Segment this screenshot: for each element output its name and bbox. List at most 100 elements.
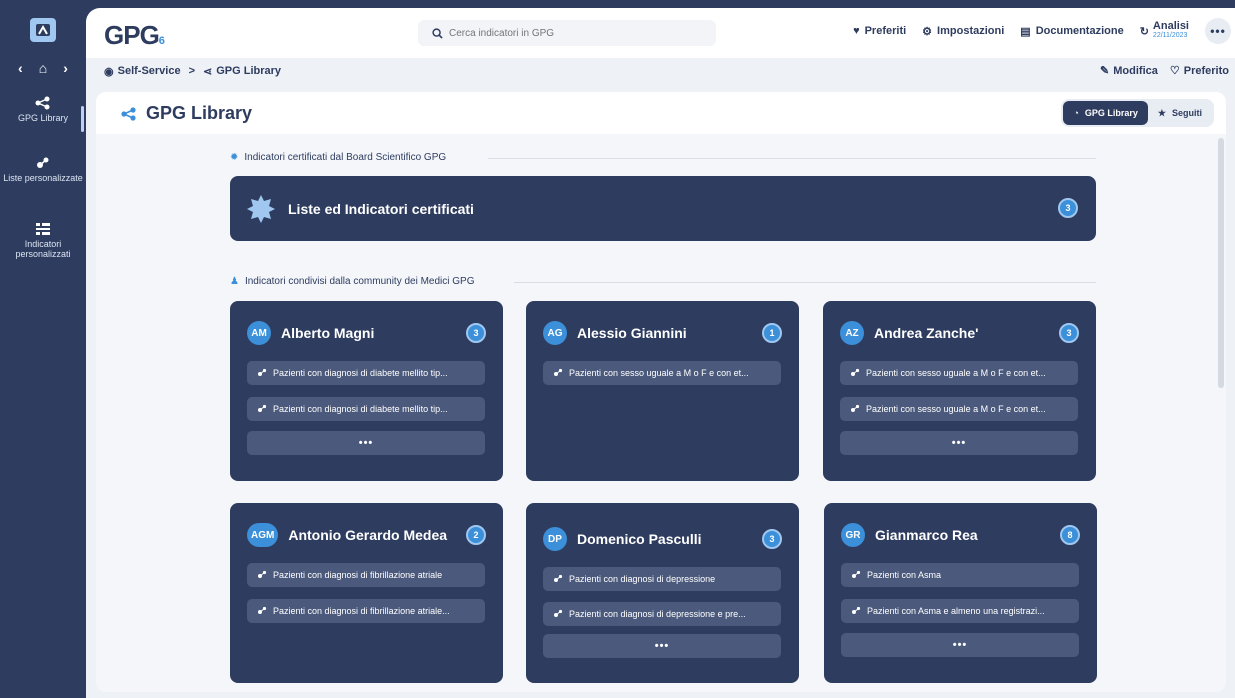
sidebar-item-liste-personalizzate[interactable]: Liste personalizzate	[0, 156, 86, 183]
sidebar-item-gpg-library[interactable]: GPG Library	[0, 96, 86, 132]
count-badge: 3	[1058, 198, 1078, 218]
show-more-button[interactable]: •••	[543, 634, 781, 658]
indicator-item[interactable]: Pazienti con diagnosi di depressione e p…	[543, 602, 781, 626]
gear-icon: ⚙	[922, 25, 933, 38]
tab-label: GPG Library	[1084, 108, 1138, 118]
indicator-item[interactable]: Pazienti con sesso uguale a M o F e con …	[840, 397, 1078, 421]
breadcrumb-label: Self-Service	[117, 65, 181, 77]
count-badge: 3	[1059, 323, 1079, 343]
preferito-label: Preferito	[1183, 64, 1229, 77]
indicator-label: Pazienti con Asma e almeno una registraz…	[867, 606, 1045, 616]
community-section-label: ♟ Indicatori condivisi dalla community d…	[230, 276, 475, 287]
forward-arrow-icon[interactable]: ›	[63, 60, 68, 76]
indicator-label: Pazienti con sesso uguale a M o F e con …	[866, 368, 1046, 378]
indicator-item[interactable]: Pazienti con diagnosi di diabete mellito…	[247, 397, 485, 421]
pencil-icon: ✎	[1100, 65, 1110, 77]
sidebar-item-indicatori-personalizzati[interactable]: Indicatori personalizzati	[0, 222, 86, 259]
molecule-icon	[258, 368, 267, 376]
certified-seal-icon	[247, 194, 275, 223]
author-name: Alberto Magni	[281, 325, 375, 341]
documentazione-button[interactable]: ▤ Documentazione	[1020, 25, 1123, 38]
indicator-label: Pazienti con diagnosi di depressione	[569, 574, 716, 584]
more-menu-button[interactable]: •••	[1205, 18, 1231, 44]
indicator-label: Pazienti con diagnosi di diabete mellito…	[273, 404, 448, 414]
author-name: Alessio Giannini	[577, 325, 687, 341]
indicator-item[interactable]: Pazienti con sesso uguale a M o F e con …	[543, 361, 781, 385]
certified-section-label: ✹ Indicatori certificati dal Board Scien…	[230, 152, 446, 163]
author-name: Gianmarco Rea	[875, 527, 978, 543]
indicator-item[interactable]: Pazienti con Asma	[841, 563, 1079, 587]
share-icon: ⋖	[203, 65, 213, 78]
breadcrumb-gpg-library[interactable]: ⋖ GPG Library	[203, 65, 281, 78]
heart-outline-icon: ♡	[1169, 65, 1180, 77]
top-bar: GPG6 ♥ Preferiti ⚙ Impostazioni ▤ Docume…	[86, 8, 1235, 58]
app-logo[interactable]	[30, 18, 56, 42]
share-icon	[121, 106, 136, 121]
author-card-gianmarco-rea[interactable]: GR Gianmarco Rea 8 Pazienti con Asma Paz…	[824, 503, 1097, 683]
search-input[interactable]	[449, 27, 699, 39]
back-arrow-icon[interactable]: ‹	[18, 60, 23, 76]
certified-card-title: Liste ed Indicatori certificati	[288, 200, 474, 217]
section-label-text: Indicatori certificati dal Board Scienti…	[244, 152, 447, 163]
preferito-button[interactable]: ♡ Preferito	[1169, 64, 1229, 78]
preferiti-button[interactable]: ♥ Preferiti	[853, 25, 906, 37]
indicator-item[interactable]: Pazienti con diagnosi di depressione	[543, 567, 781, 591]
author-card-header: AM Alberto Magni 3	[247, 321, 486, 345]
sidebar-item-label: GPG Library	[17, 113, 68, 123]
indicator-label: Pazienti con diagnosi di diabete mellito…	[273, 368, 448, 378]
breadcrumb-actions: ✎ Modifica ♡ Preferito	[1100, 64, 1229, 78]
indicator-item[interactable]: Pazienti con sesso uguale a M o F e con …	[840, 361, 1078, 385]
certified-card[interactable]: Liste ed Indicatori certificati 3	[230, 176, 1096, 241]
author-card-alberto-magni[interactable]: AM Alberto Magni 3 Pazienti con diagnosi…	[230, 301, 503, 481]
top-actions: ♥ Preferiti ⚙ Impostazioni ▤ Documentazi…	[853, 18, 1231, 44]
badge-icon: ✹	[230, 152, 239, 163]
molecule-icon	[851, 368, 860, 376]
brand-logo[interactable]: GPG6	[104, 20, 165, 51]
page-title: GPG Library	[120, 103, 252, 124]
molecule-icon	[554, 368, 563, 376]
tab-gpg-library[interactable]: ◔ GPG Library	[1063, 101, 1148, 125]
molecule-icon	[851, 404, 860, 412]
indicator-label: Pazienti con diagnosi di depressione e p…	[569, 609, 746, 619]
analisi-button[interactable]: ↻ Analisi 22/11/2023	[1140, 21, 1189, 41]
author-card-header: GR Gianmarco Rea 8	[841, 523, 1080, 547]
analisi-date: 22/11/2023	[1152, 32, 1188, 39]
nav-arrows: ‹ ⌂ ›	[0, 60, 86, 76]
search-box[interactable]	[418, 20, 716, 46]
author-card-antonio-gerardo-medea[interactable]: AGM Antonio Gerardo Medea 2 Pazienti con…	[230, 503, 503, 683]
home-icon[interactable]: ⌂	[39, 60, 47, 76]
analisi-label: Analisi	[1152, 20, 1189, 32]
count-badge: 8	[1060, 525, 1080, 545]
avatar: DP	[543, 527, 567, 551]
section-divider	[488, 158, 1096, 159]
impostazioni-button[interactable]: ⚙ Impostazioni	[922, 25, 1004, 38]
author-card-header: AGM Antonio Gerardo Medea 2	[247, 523, 486, 547]
avatar: AGM	[247, 523, 279, 547]
molecule-icon	[852, 570, 861, 578]
author-card-domenico-pasculli[interactable]: DP Domenico Pasculli 3 Pazienti con diag…	[526, 503, 799, 683]
indicator-item[interactable]: Pazienti con Asma e almeno una registraz…	[841, 599, 1079, 623]
book-icon: ▤	[1020, 25, 1031, 38]
show-more-button[interactable]: •••	[247, 431, 485, 455]
share-icon	[35, 96, 50, 110]
author-name: Andrea Zanche'	[874, 325, 979, 341]
show-more-button[interactable]: •••	[841, 633, 1079, 657]
molecule-icon	[37, 157, 49, 168]
scrollbar[interactable]	[1218, 138, 1224, 388]
modifica-button[interactable]: ✎ Modifica	[1100, 64, 1158, 78]
tab-seguiti[interactable]: ★ Seguiti	[1148, 101, 1212, 125]
indicator-label: Pazienti con sesso uguale a M o F e con …	[866, 404, 1046, 414]
section-label-text: Indicatori condivisi dalla community dei…	[244, 276, 475, 287]
indicator-item[interactable]: Pazienti con diagnosi di diabete mellito…	[247, 361, 485, 385]
show-more-button[interactable]: •••	[840, 431, 1078, 455]
molecule-icon	[554, 574, 563, 582]
author-card-andrea-zanche[interactable]: AZ Andrea Zanche' 3 Pazienti con sesso u…	[823, 301, 1096, 481]
search-icon	[432, 27, 443, 39]
indicator-item[interactable]: Pazienti con diagnosi di fibrillazione a…	[247, 563, 485, 587]
count-badge: 1	[762, 323, 782, 343]
author-card-alessio-giannini[interactable]: AG Alessio Giannini 1 Pazienti con sesso…	[526, 301, 799, 481]
indicator-item[interactable]: Pazienti con diagnosi di fibrillazione a…	[247, 599, 485, 623]
breadcrumb: ◉ Self-Service > ⋖ GPG Library ✎ Modific…	[86, 58, 1235, 84]
breadcrumb-self-service[interactable]: ◉ Self-Service	[104, 65, 181, 78]
brand-suffix: 6	[158, 35, 165, 47]
